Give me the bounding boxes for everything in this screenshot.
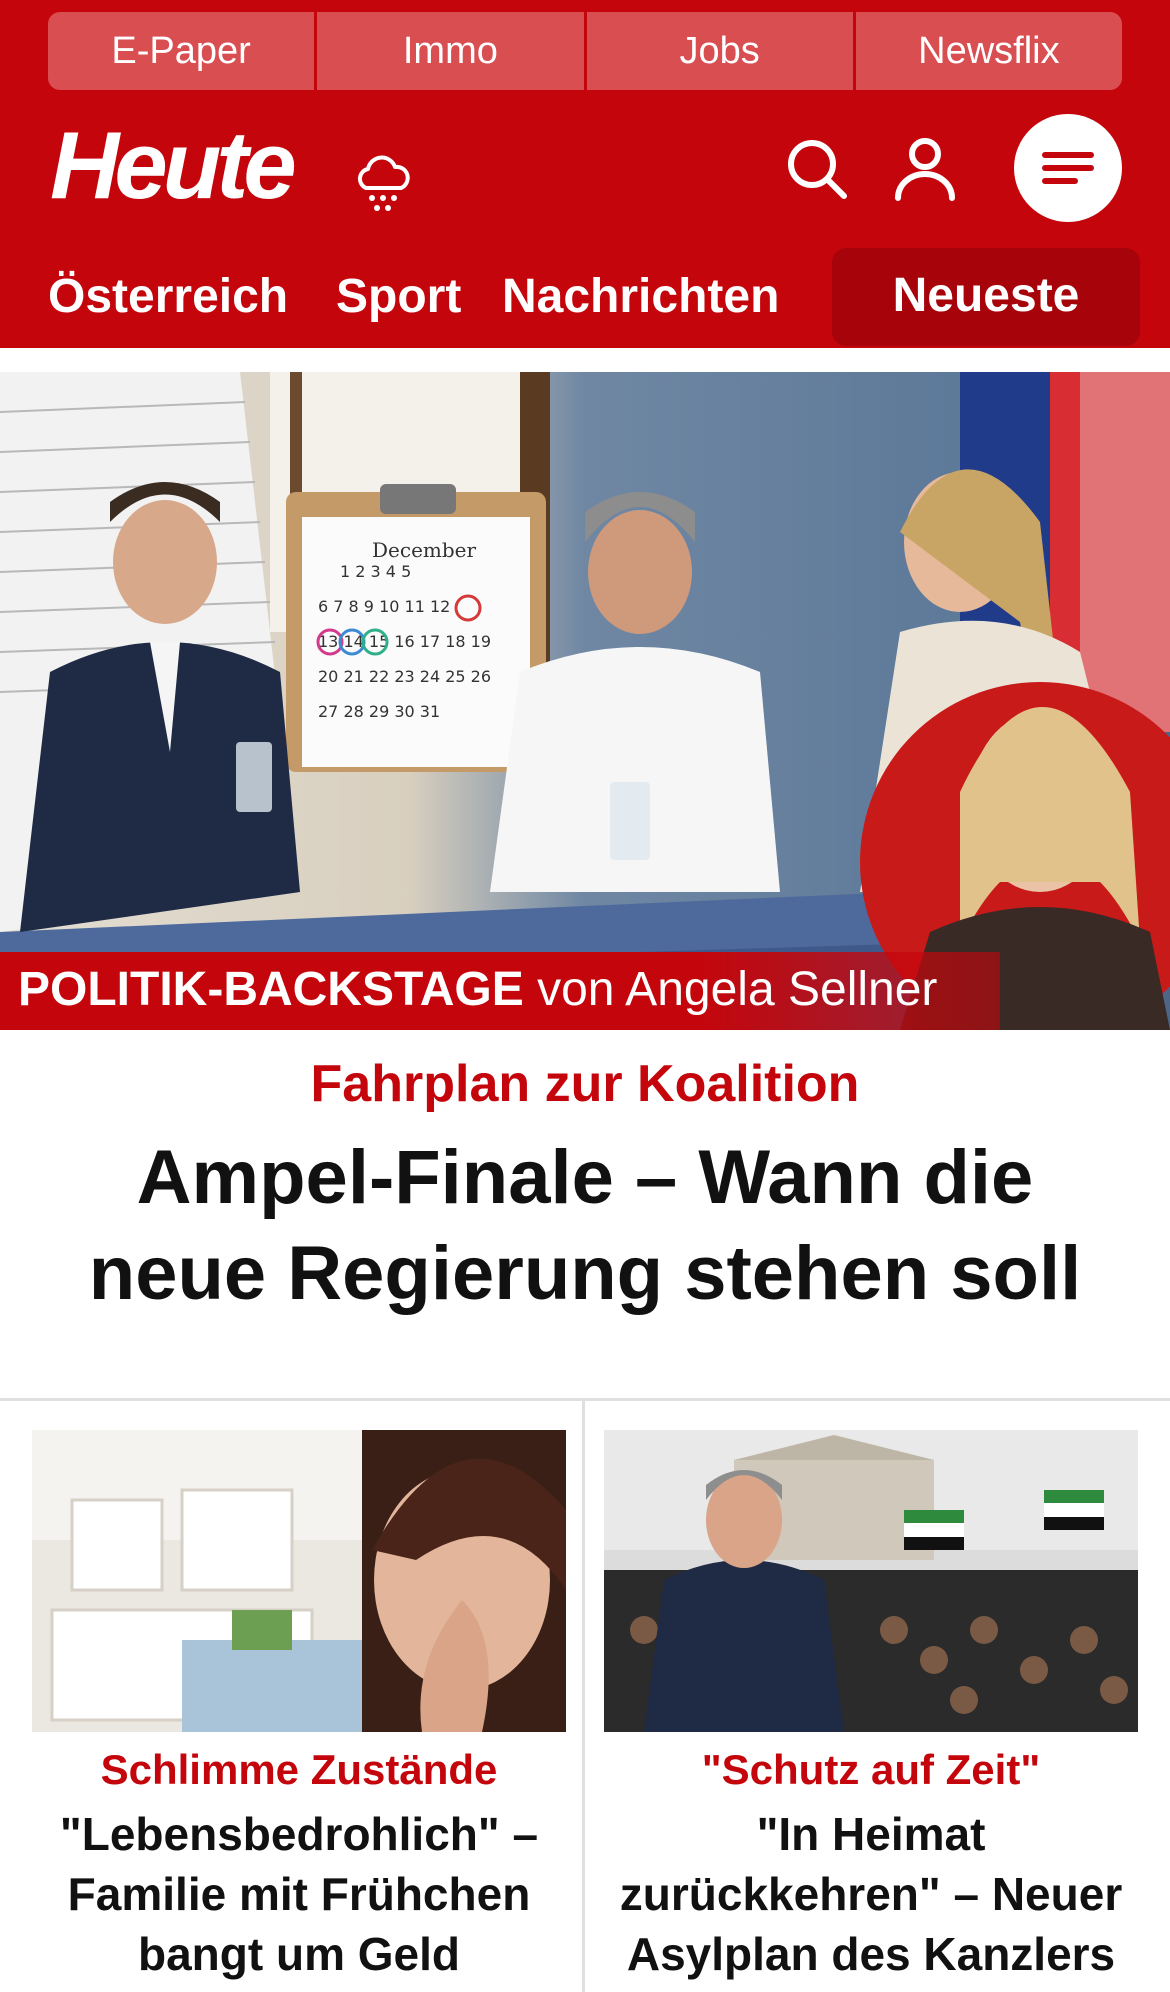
section-neueste[interactable]: Neueste <box>832 248 1140 346</box>
calendar-month: December <box>372 538 477 562</box>
hero-caption-strong: POLITIK-BACKSTAGE <box>18 963 524 1016</box>
divider <box>582 1400 585 1992</box>
hero-caption: POLITIK-BACKSTAGE von Angela Sellner <box>18 962 937 1017</box>
svg-text:27 28 29 30 31: 27 28 29 30 31 <box>318 702 440 721</box>
topnav-jobs[interactable]: Jobs <box>586 12 856 90</box>
article-kicker: Schlimme Zustände <box>100 1746 498 1793</box>
hero-photo: 1 2 3 4 5 6 7 8 9 10 11 12 13 14 15 16 1… <box>0 372 1170 1030</box>
svg-text:6 7 8 9 10 11 12: 6 7 8 9 10 11 12 <box>318 597 450 616</box>
divider <box>0 1398 1170 1401</box>
hero-image[interactable]: 1 2 3 4 5 6 7 8 9 10 11 12 13 14 15 16 1… <box>0 372 1170 1030</box>
article-thumbnail <box>604 1430 1138 1732</box>
section-oesterreich[interactable]: Österreich <box>48 246 288 348</box>
svg-text:20 21 22 23 24 25 26: 20 21 22 23 24 25 26 <box>318 667 491 686</box>
menu-button[interactable] <box>1014 114 1122 222</box>
section-sport[interactable]: Sport <box>336 246 461 348</box>
hero-kicker[interactable]: Fahrplan zur Koalition <box>0 1054 1170 1114</box>
user-icon[interactable] <box>890 134 960 204</box>
cloud-rain-icon[interactable] <box>350 152 416 218</box>
section-nav: Österreich Sport Nachrichten Neueste <box>0 246 1170 348</box>
article-kicker: "Schutz auf Zeit" <box>701 1746 1041 1793</box>
topnav-newsflix[interactable]: Newsflix <box>855 12 1122 90</box>
site-logo[interactable]: Heute <box>50 118 297 214</box>
top-nav: E-Paper Immo Jobs Newsflix <box>48 12 1122 90</box>
hero-headline[interactable]: Ampel-Finale – Wann die neue Regierung s… <box>60 1130 1110 1322</box>
topnav-epaper[interactable]: E-Paper <box>48 12 318 90</box>
article-thumbnail <box>32 1430 566 1732</box>
topnav-immo[interactable]: Immo <box>317 12 587 90</box>
svg-text:1 2 3 4 5: 1 2 3 4 5 <box>340 562 411 581</box>
menu-icon <box>1042 152 1094 184</box>
article-title: "In Heimat zurückkehren" – Neuer Asylpla… <box>619 1808 1123 1980</box>
hero-caption-bar: POLITIK-BACKSTAGE von Angela Sellner <box>0 952 1000 1030</box>
site-header: E-Paper Immo Jobs Newsflix Heute Österre… <box>0 0 1170 348</box>
article-card-2[interactable]: "Schutz auf Zeit" "In Heimat zurückkehre… <box>604 1430 1138 1984</box>
section-nachrichten[interactable]: Nachrichten <box>502 246 779 348</box>
article-card-1[interactable]: Schlimme Zustände "Lebensbedrohlich" – F… <box>32 1430 566 1984</box>
hero-caption-rest: von Angela Sellner <box>523 963 938 1016</box>
article-title: "Lebensbedrohlich" – Familie mit Frühche… <box>59 1808 539 1980</box>
search-icon[interactable] <box>782 134 852 204</box>
